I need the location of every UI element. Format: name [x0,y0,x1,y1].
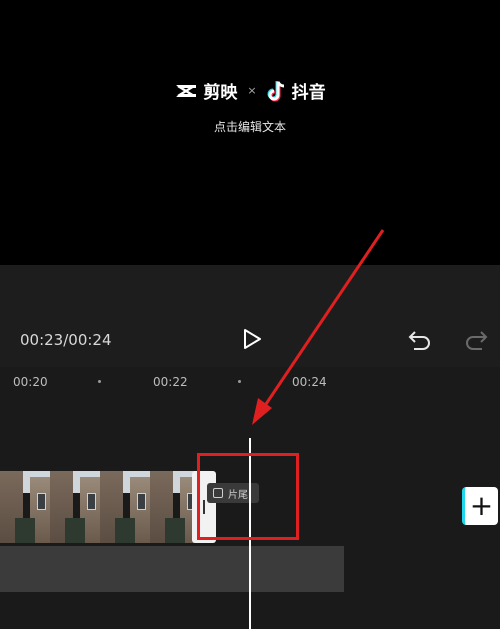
ruler-label-1: 00:22 [153,375,188,389]
play-icon [244,329,261,349]
ruler-label-2: 00:24 [292,375,327,389]
ruler-dot [238,380,241,383]
douyin-brand: 抖音 [267,78,326,103]
undo-button[interactable] [406,327,434,353]
redo-icon [466,331,488,350]
time-ruler: 00:20 00:22 00:24 [0,367,500,395]
audio-track[interactable] [0,546,344,592]
capcut-brand: 剪映 [174,78,237,103]
douyin-name: 抖音 [291,83,326,103]
douyin-logo-icon [267,80,284,101]
capcut-name: 剪映 [203,83,238,103]
undo-icon [408,331,430,350]
edit-text-hint[interactable]: 点击编辑文本 [0,118,500,135]
add-clip-button[interactable]: + [462,487,498,525]
clip-thumbnail [100,471,150,543]
video-clip[interactable] [0,471,200,543]
play-button[interactable] [238,325,266,353]
ruler-dot [98,380,101,383]
clip-thumbnail [50,471,100,543]
ruler-label-0: 00:20 [13,375,48,389]
capcut-logo-icon [176,84,197,97]
clip-thumbnail [0,471,50,543]
time-display: 00:23/00:24 [20,331,112,349]
video-preview[interactable]: 剪映 × 抖音 点击编辑文本 [0,0,500,265]
redo-button[interactable] [462,327,490,353]
playback-controls: 00:23/00:24 [0,265,500,367]
brand-row: 剪映 × 抖音 [0,78,500,103]
brand-separator: × [247,84,257,97]
annotation-highlight-box [197,453,299,540]
